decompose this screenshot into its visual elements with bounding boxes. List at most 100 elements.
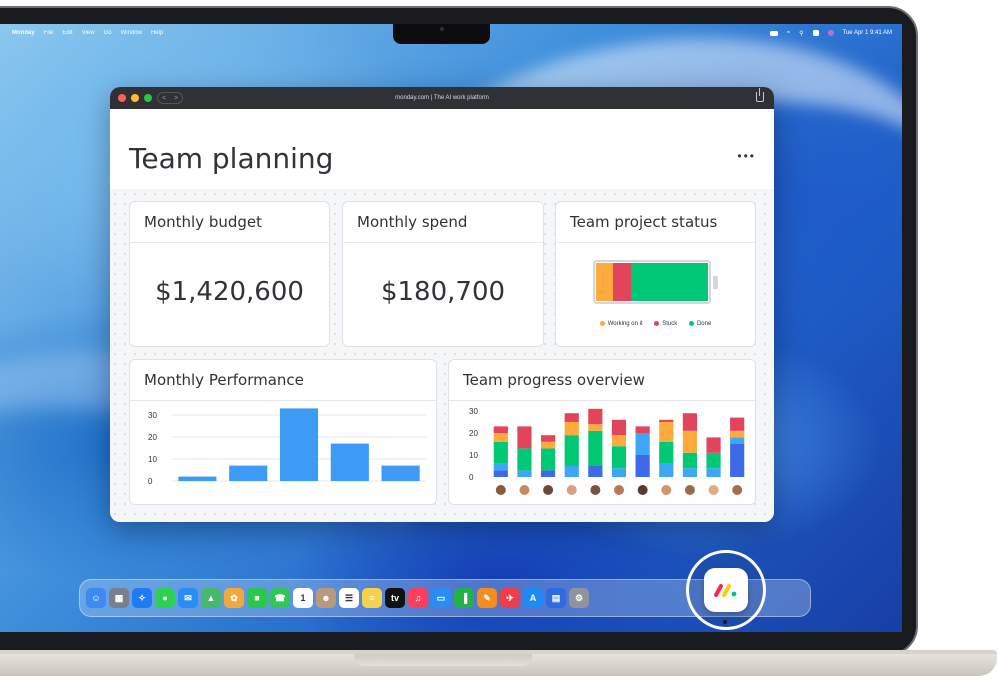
progress-bar-segment[interactable] (493, 426, 508, 433)
progress-bar-segment[interactable] (517, 470, 532, 477)
menu-help[interactable]: Help (151, 30, 163, 36)
address-bar[interactable]: monday.com | The AI work platform (110, 87, 774, 109)
performance-bar[interactable] (330, 443, 369, 481)
battery-icon[interactable] (769, 30, 778, 36)
member-avatar[interactable] (495, 485, 506, 495)
performance-widget[interactable]: Monthly Performance 0 10 20 30 (129, 359, 437, 505)
dock-preview-icon[interactable]: ▤ (546, 588, 566, 608)
progress-bar-segment[interactable] (541, 448, 556, 471)
dock-music-icon[interactable]: ♫ (408, 588, 428, 608)
progress-bar-segment[interactable] (635, 426, 650, 433)
dock-tv-icon[interactable]: tv (385, 588, 405, 608)
dock-phone-icon[interactable]: ☎ (270, 588, 290, 608)
dock-photos-icon[interactable]: ✿ (224, 588, 244, 608)
progress-bar-segment[interactable] (588, 424, 603, 431)
member-avatar[interactable] (519, 485, 530, 495)
dock-facetime-icon[interactable]: ■ (247, 588, 267, 608)
member-avatar[interactable] (637, 485, 648, 495)
dock-rocket-icon[interactable]: ✈ (500, 588, 520, 608)
dock-mail-icon[interactable]: ✉ (178, 588, 198, 608)
member-avatar[interactable] (732, 485, 743, 495)
member-avatar[interactable] (708, 485, 719, 495)
performance-bar[interactable] (381, 465, 420, 481)
status-widget[interactable]: Team project status Working on it Stuck … (555, 201, 756, 347)
progress-bar-segment[interactable] (611, 419, 627, 436)
monday-app-icon[interactable] (704, 568, 748, 612)
progress-bar-segment[interactable] (611, 446, 627, 469)
dock-reminders-icon[interactable]: ☰ (339, 588, 359, 608)
dock-notes-icon[interactable]: ≡ (362, 588, 382, 608)
progress-bar-segment[interactable] (517, 448, 532, 471)
performance-bar[interactable] (279, 408, 319, 481)
search-icon[interactable]: ⚲ (799, 30, 803, 37)
dock-launchpad-icon[interactable]: ▦ (109, 588, 129, 608)
dock-safari-icon[interactable]: ✧ (132, 588, 152, 608)
performance-bar[interactable] (229, 465, 268, 481)
menu-window[interactable]: Window (121, 30, 142, 36)
performance-bar[interactable] (178, 476, 217, 481)
share-icon[interactable] (756, 88, 764, 102)
wifi-icon[interactable]: ≈ (787, 30, 790, 36)
menu-file[interactable]: File (44, 30, 54, 36)
member-avatar[interactable] (543, 485, 554, 495)
progress-bar-segment[interactable] (564, 435, 579, 466)
progress-bar-segment[interactable] (682, 413, 697, 431)
progress-bar-segment[interactable] (493, 470, 508, 477)
progress-bar-segment[interactable] (659, 422, 674, 442)
progress-widget[interactable]: Team progress overview 0 10 20 30 (448, 359, 756, 505)
progress-bar-segment[interactable] (682, 430, 697, 453)
dock-numbers-icon[interactable]: ▐ (454, 588, 474, 608)
progress-bar-segment[interactable] (635, 433, 650, 455)
progress-bar-segment[interactable] (611, 435, 627, 447)
menu-go[interactable]: Go (104, 30, 112, 36)
progress-bar-segment[interactable] (493, 441, 508, 464)
member-avatar[interactable] (566, 485, 577, 495)
spend-widget[interactable]: Monthly spend $180,700 (342, 201, 544, 347)
progress-bar-segment[interactable] (730, 417, 745, 431)
member-avatar[interactable] (684, 485, 695, 495)
dock-calendar-icon[interactable]: 1 (293, 588, 313, 608)
progress-bar-segment[interactable] (659, 419, 674, 422)
progress-bar-segment[interactable] (588, 408, 603, 425)
progress-bar-segment[interactable] (541, 470, 556, 477)
member-avatar[interactable] (590, 485, 601, 495)
progress-bar-segment[interactable] (611, 468, 627, 477)
progress-bar-segment[interactable] (493, 463, 508, 471)
progress-bar-segment[interactable] (682, 468, 697, 477)
progress-bar-segment[interactable] (541, 435, 556, 442)
member-avatar[interactable] (614, 485, 624, 495)
budget-widget[interactable]: Monthly budget $1,420,600 (129, 201, 330, 347)
siri-icon[interactable] (827, 30, 834, 36)
progress-bar-segment[interactable] (517, 426, 532, 449)
dock-maps-icon[interactable]: ▲ (201, 588, 221, 608)
progress-bar-segment[interactable] (659, 463, 674, 477)
menu-view[interactable]: View (82, 30, 95, 36)
control-center-icon[interactable] (812, 30, 819, 36)
progress-bar-segment[interactable] (564, 413, 579, 422)
progress-bar-segment[interactable] (730, 437, 745, 444)
dock-contacts-icon[interactable]: ☻ (316, 588, 336, 608)
progress-bar-segment[interactable] (682, 452, 697, 469)
progress-bar-segment[interactable] (706, 452, 721, 469)
progress-bar-segment[interactable] (706, 468, 721, 477)
progress-bar-segment[interactable] (730, 444, 745, 477)
progress-bar-segment[interactable] (588, 466, 603, 477)
dock-messages-icon[interactable]: ● (155, 588, 175, 608)
progress-bar-segment[interactable] (564, 422, 579, 436)
progress-bar-segment[interactable] (659, 441, 674, 464)
dock-app-store-icon[interactable]: A (523, 588, 543, 608)
dock-settings-icon[interactable]: ⚙ (569, 588, 589, 608)
more-options-icon[interactable]: ••• (737, 149, 756, 163)
progress-bar-segment[interactable] (588, 430, 603, 466)
member-avatar[interactable] (661, 485, 672, 495)
progress-bar-segment[interactable] (706, 437, 721, 453)
menu-edit[interactable]: Edit (62, 30, 72, 36)
dock-finder-icon[interactable]: ☺ (86, 588, 106, 608)
menu-clock[interactable]: Tue Apr 1 9:41 AM (843, 30, 892, 36)
dock-keynote-icon[interactable]: ▭ (431, 588, 451, 608)
progress-bar-segment[interactable] (564, 466, 579, 477)
progress-bar-segment[interactable] (730, 430, 745, 438)
progress-bar-segment[interactable] (635, 455, 650, 477)
dock-pages-icon[interactable]: ✎ (477, 588, 497, 608)
menu-app-name[interactable]: Monday (12, 30, 35, 36)
